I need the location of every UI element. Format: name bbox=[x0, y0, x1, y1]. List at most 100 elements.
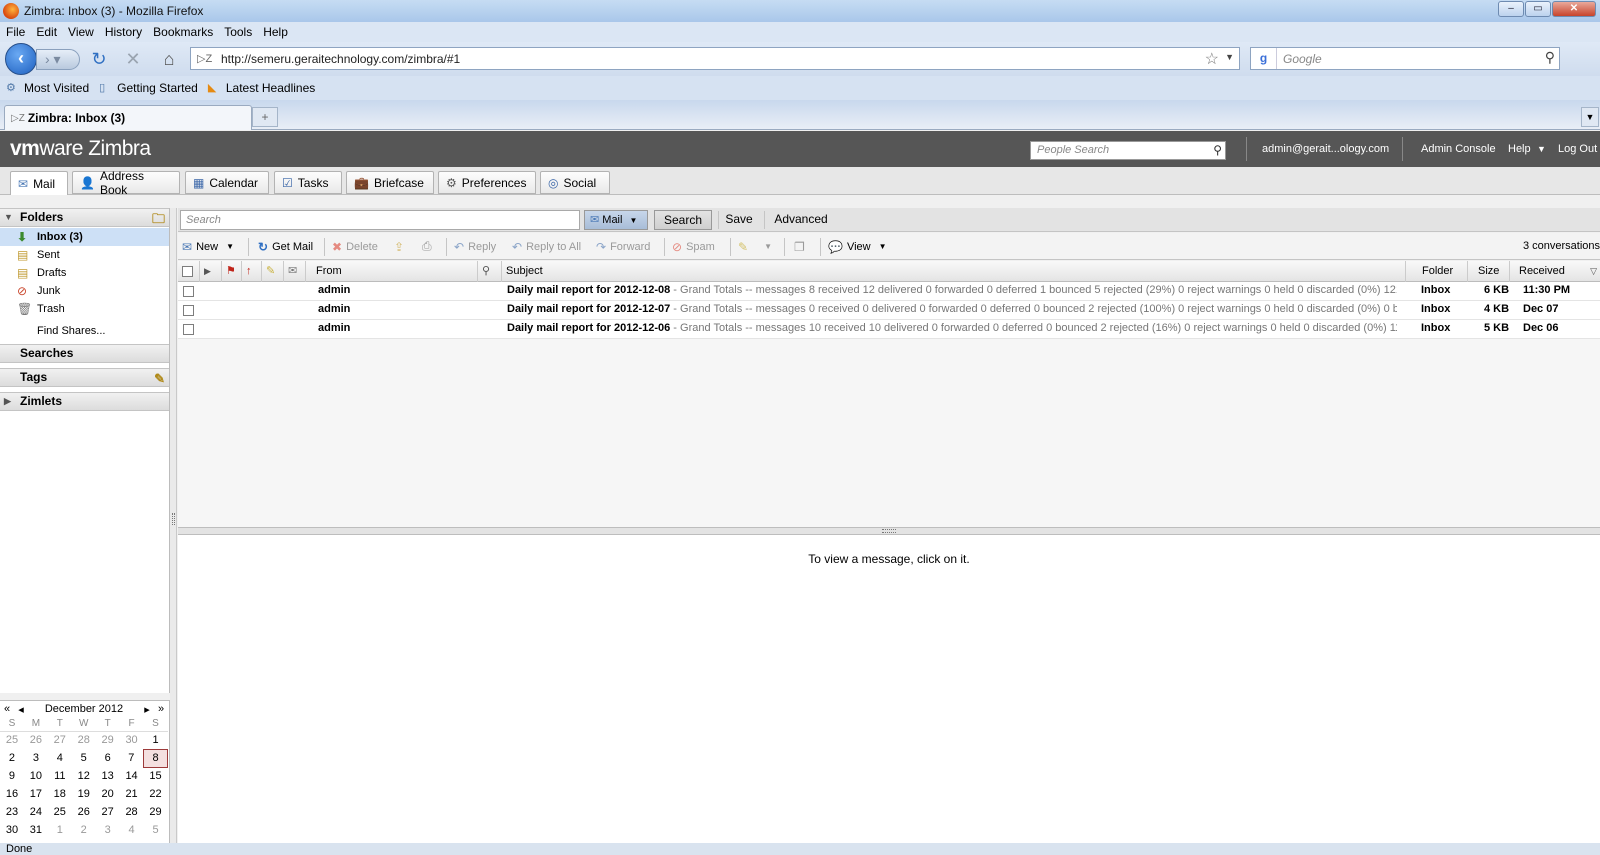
calendar-day[interactable]: 21 bbox=[120, 785, 144, 803]
calendar-day[interactable]: 16 bbox=[0, 785, 24, 803]
print-button[interactable]: ⎙ bbox=[422, 238, 436, 255]
next-month-icon[interactable]: ▸ bbox=[140, 703, 154, 716]
calendar-day[interactable]: 19 bbox=[72, 785, 96, 803]
searches-header[interactable]: Searches bbox=[0, 344, 169, 363]
forward-button[interactable]: ↷ Forward bbox=[596, 238, 650, 255]
calendar-day[interactable]: 27 bbox=[96, 803, 120, 821]
menu-tools[interactable]: Tools bbox=[224, 25, 252, 39]
calendar-day[interactable]: 2 bbox=[72, 821, 96, 839]
tab-tasks[interactable]: ☑ Tasks bbox=[274, 171, 342, 194]
calendar-day[interactable]: 30 bbox=[0, 821, 24, 839]
reload-icon[interactable]: ↻ bbox=[88, 49, 110, 71]
calendar-day[interactable]: 11 bbox=[48, 767, 72, 785]
new-tag-icon[interactable]: ✎ bbox=[154, 370, 165, 387]
select-all-column[interactable] bbox=[178, 261, 200, 282]
url-history-dropdown-icon[interactable]: ▼ bbox=[1225, 52, 1234, 62]
search-icon[interactable]: ⚲ bbox=[1213, 143, 1222, 157]
calendar-day[interactable]: 24 bbox=[24, 803, 48, 821]
calendar-day[interactable]: 2 bbox=[0, 749, 24, 767]
view-menu-button[interactable]: 💬 View ▼ bbox=[828, 238, 887, 255]
expand-column[interactable]: ▶ bbox=[200, 261, 222, 282]
user-account[interactable]: admin@gerait...ology.com bbox=[1262, 143, 1389, 155]
priority-column[interactable]: ↑ bbox=[242, 261, 262, 282]
tag-column[interactable]: ✎ bbox=[262, 261, 284, 282]
mail-search-placeholder[interactable]: Search bbox=[186, 214, 221, 226]
calendar-day-today[interactable]: 8 bbox=[143, 748, 168, 768]
calendar-day[interactable]: 27 bbox=[48, 731, 72, 749]
size-column-header[interactable]: Size bbox=[1468, 261, 1510, 282]
list-all-tabs-button[interactable]: ▼ bbox=[1581, 107, 1599, 127]
menu-history[interactable]: History bbox=[105, 25, 142, 39]
calendar-day[interactable]: 25 bbox=[0, 731, 24, 749]
calendar-day[interactable]: 18 bbox=[48, 785, 72, 803]
attachment-column[interactable]: ⚲ bbox=[478, 261, 502, 282]
folders-header[interactable]: ▼ Folders 🗀 bbox=[0, 208, 169, 227]
calendar-day[interactable]: 26 bbox=[24, 731, 48, 749]
tab-mail[interactable]: ✉ Mail bbox=[10, 171, 68, 195]
tab-address-book[interactable]: 👤 Address Book bbox=[72, 169, 180, 197]
admin-console-link[interactable]: Admin Console bbox=[1421, 143, 1496, 155]
folder-trash[interactable]: 🗑 Trash bbox=[0, 300, 169, 318]
row-checkbox[interactable] bbox=[183, 324, 194, 335]
tab-briefcase[interactable]: 💼 Briefcase bbox=[346, 171, 434, 194]
sort-descending-icon[interactable]: ▽ bbox=[1590, 261, 1597, 282]
calendar-day[interactable]: 5 bbox=[72, 749, 96, 767]
search-button[interactable]: Search bbox=[654, 210, 712, 230]
calendar-day[interactable]: 6 bbox=[96, 749, 120, 767]
people-search-input[interactable]: People Search ⚲ bbox=[1030, 141, 1226, 160]
received-column-header[interactable]: Received ▽ bbox=[1510, 261, 1600, 282]
menu-bookmarks[interactable]: Bookmarks bbox=[153, 25, 213, 39]
folder-sent[interactable]: ▤ Sent bbox=[0, 246, 169, 264]
mini-calendar-month[interactable]: December 2012 bbox=[28, 703, 140, 715]
tag-button[interactable]: ✎ ▼ bbox=[738, 238, 772, 255]
collapse-icon[interactable]: ▼ bbox=[4, 209, 13, 226]
folder-column-header[interactable]: Folder bbox=[1416, 261, 1468, 282]
forward-button[interactable]: › ▾ bbox=[36, 49, 80, 70]
calendar-day[interactable]: 28 bbox=[120, 803, 144, 821]
tags-header[interactable]: Tags ✎ bbox=[0, 368, 169, 387]
mail-search-input[interactable]: Search bbox=[180, 210, 580, 230]
prev-year-icon[interactable]: « bbox=[0, 703, 14, 715]
calendar-day[interactable]: 25 bbox=[48, 803, 72, 821]
menu-help[interactable]: Help bbox=[263, 25, 288, 39]
prev-month-icon[interactable]: ◂ bbox=[14, 703, 28, 716]
select-all-checkbox[interactable] bbox=[182, 266, 193, 277]
calendar-day[interactable]: 10 bbox=[24, 767, 48, 785]
calendar-day[interactable]: 3 bbox=[96, 821, 120, 839]
sash-vertical[interactable] bbox=[170, 208, 177, 843]
calendar-day[interactable]: 22 bbox=[144, 785, 168, 803]
people-search-placeholder[interactable]: People Search bbox=[1037, 144, 1109, 156]
new-message-button[interactable]: ✉ New ▼ bbox=[182, 238, 234, 255]
maximize-button[interactable]: ▭ bbox=[1525, 1, 1551, 17]
get-mail-button[interactable]: ↻ Get Mail bbox=[258, 238, 313, 255]
calendar-day[interactable]: 26 bbox=[72, 803, 96, 821]
menu-view[interactable]: View bbox=[68, 25, 94, 39]
calendar-day[interactable]: 4 bbox=[120, 821, 144, 839]
calendar-day[interactable]: 7 bbox=[120, 749, 144, 767]
calendar-day[interactable]: 14 bbox=[120, 767, 144, 785]
menu-file[interactable]: File bbox=[6, 25, 25, 39]
calendar-day[interactable]: 17 bbox=[24, 785, 48, 803]
new-folder-icon[interactable]: 🗀 bbox=[152, 210, 165, 227]
calendar-day[interactable]: 28 bbox=[72, 731, 96, 749]
folder-drafts[interactable]: ▤ Drafts bbox=[0, 264, 169, 282]
search-engine-icon[interactable]: g bbox=[1251, 48, 1277, 69]
calendar-day[interactable]: 3 bbox=[24, 749, 48, 767]
menu-edit[interactable]: Edit bbox=[36, 25, 57, 39]
delete-button[interactable]: ✖ Delete bbox=[332, 238, 378, 255]
calendar-day[interactable]: 5 bbox=[144, 821, 168, 839]
calendar-day[interactable]: 29 bbox=[144, 803, 168, 821]
reply-button[interactable]: ↶ Reply bbox=[454, 238, 496, 255]
tab-social[interactable]: ◎ Social bbox=[540, 171, 610, 194]
sash-horizontal[interactable] bbox=[178, 527, 1600, 535]
tab-preferences[interactable]: ⚙ Preferences bbox=[438, 171, 536, 194]
message-row[interactable]: admin Daily mail report for 2012-12-06 -… bbox=[178, 320, 1600, 339]
calendar-day[interactable]: 20 bbox=[96, 785, 120, 803]
back-button[interactable]: ‹ bbox=[5, 43, 37, 75]
url-text[interactable]: http://semeru.geraitechnology.com/zimbra… bbox=[221, 52, 460, 66]
save-search-button[interactable]: Save bbox=[716, 210, 762, 230]
search-icon[interactable]: ⚲ bbox=[1545, 49, 1555, 66]
vmware-zimbra-logo[interactable]: vmware Zimbra bbox=[10, 137, 151, 161]
new-tab-button[interactable]: + bbox=[252, 107, 278, 127]
row-checkbox[interactable] bbox=[183, 286, 194, 297]
